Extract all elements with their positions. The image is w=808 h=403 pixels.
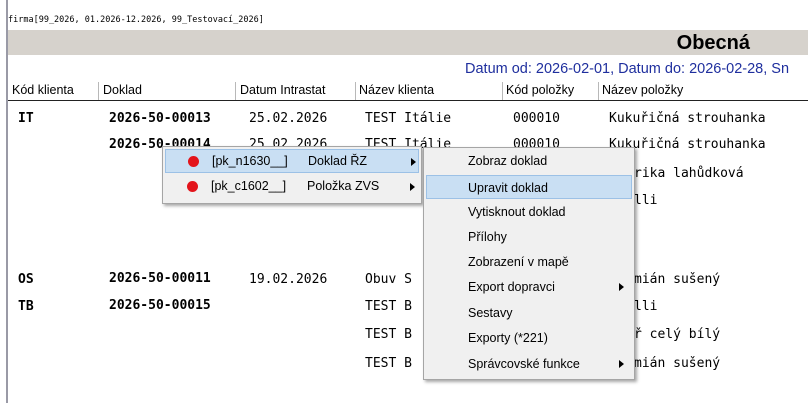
menu-item-label: Přílohy: [468, 230, 507, 244]
cell-kod-klienta[interactable]: OS: [18, 272, 34, 288]
menu-item-label: Zobrazení v mapě: [468, 255, 569, 269]
column-header-doklad[interactable]: Doklad: [103, 82, 142, 100]
column-header-kod-klienta[interactable]: Kód klienta: [12, 82, 74, 100]
submenu-item-exporty[interactable]: Exporty (*221): [426, 326, 632, 350]
cell-nazev-klienta[interactable]: Obuv S: [365, 272, 412, 288]
context-menu-item-doklad-rz[interactable]: [pk_n1630__] Doklad ŘZ: [165, 149, 419, 173]
submenu-item-prilohy[interactable]: Přílohy: [426, 225, 632, 249]
column-header-nazev-polozky[interactable]: Název položky: [602, 82, 683, 100]
date-range-filter: Datum od: 2026-02-01, Datum do: 2026-02-…: [465, 61, 790, 77]
submenu-arrow-icon: [619, 283, 624, 291]
context-menu: [pk_n1630__] Doklad ŘZ [pk_c1602__] Polo…: [162, 146, 422, 204]
cell-nazev-polozky[interactable]: ř celý bílý: [634, 327, 720, 343]
cell-nazev-polozky[interactable]: lli: [634, 299, 657, 315]
cell-nazev-polozky[interactable]: mián sušený: [634, 356, 720, 372]
submenu-item-vytisknout-doklad[interactable]: Vytisknout doklad: [426, 200, 632, 224]
cell-nazev-klienta[interactable]: TEST B: [365, 356, 412, 372]
cell-kod-polozky[interactable]: 000010: [513, 111, 560, 127]
report-title: Obecná: [676, 32, 750, 54]
column-header-kod-polozky[interactable]: Kód položky: [506, 82, 574, 100]
submenu-arrow-icon: [410, 183, 415, 191]
submenu-item-export-dopravci[interactable]: Export dopravci: [426, 275, 632, 299]
submenu-item-sestavy[interactable]: Sestavy: [426, 301, 632, 325]
menu-item-code: [pk_n1630__]: [212, 154, 288, 168]
window-left-border: [6, 0, 8, 403]
menu-item-label: Správcovské funkce: [468, 357, 580, 371]
red-dot-icon: [187, 181, 198, 192]
menu-item-label: Upravit doklad: [468, 181, 548, 195]
menu-item-label: Zobraz doklad: [468, 154, 548, 168]
menu-item-code: [pk_c1602__]: [211, 179, 287, 193]
submenu-item-spravcovske-funkce[interactable]: Správcovské funkce: [426, 352, 632, 376]
cell-nazev-polozky[interactable]: rika lahůdková: [634, 166, 744, 182]
column-separator[interactable]: [235, 82, 236, 100]
red-dot-icon: [188, 156, 199, 167]
cell-doklad[interactable]: 2026-50-00015: [109, 298, 211, 314]
menu-item-label: Položka ZVS: [307, 179, 380, 193]
firm-info: firma[99_2026, 01.2026-12.2026, 99_Testo…: [8, 15, 264, 25]
submenu: Zobraz doklad Upravit doklad Vytisknout …: [423, 147, 635, 380]
cell-kod-klienta[interactable]: IT: [18, 111, 34, 127]
submenu-item-zobraz-doklad[interactable]: Zobraz doklad: [426, 149, 632, 173]
header-divider: [8, 100, 808, 101]
menu-item-label: Exporty (*221): [468, 331, 548, 345]
menu-item-label: Export dopravci: [468, 280, 555, 294]
cell-nazev-polozky[interactable]: Kukuřičná strouhanka: [609, 111, 766, 127]
cell-nazev-klienta[interactable]: TEST B: [365, 299, 412, 315]
submenu-arrow-icon: [619, 360, 624, 368]
column-separator[interactable]: [355, 82, 356, 100]
menu-item-label: Sestavy: [468, 306, 513, 320]
cell-nazev-klienta[interactable]: TEST B: [365, 327, 412, 343]
cell-doklad[interactable]: 2026-50-00013: [109, 111, 211, 127]
column-separator[interactable]: [502, 82, 503, 100]
context-menu-item-polozka-zvs[interactable]: [pk_c1602__] Položka ZVS: [165, 175, 419, 199]
cell-kod-klienta[interactable]: TB: [18, 299, 34, 315]
column-header-nazev-klienta[interactable]: Název klienta: [359, 82, 434, 100]
submenu-arrow-icon: [411, 158, 416, 166]
column-separator[interactable]: [598, 82, 599, 100]
cell-nazev-polozky[interactable]: lli: [634, 193, 657, 209]
cell-nazev-klienta[interactable]: TEST Itálie: [365, 111, 451, 127]
submenu-item-zobrazeni-v-mape[interactable]: Zobrazení v mapě: [426, 250, 632, 274]
column-separator[interactable]: [98, 82, 99, 100]
column-header-datum-intrastat[interactable]: Datum Intrastat: [240, 82, 325, 100]
cell-datum[interactable]: 25.02.2026: [249, 111, 327, 127]
cell-nazev-polozky[interactable]: mián sušený: [634, 272, 720, 288]
menu-item-label: Vytisknout doklad: [468, 205, 566, 219]
cell-doklad[interactable]: 2026-50-00011: [109, 271, 211, 287]
submenu-item-upravit-doklad[interactable]: Upravit doklad: [426, 175, 632, 199]
cell-datum[interactable]: 19.02.2026: [249, 272, 327, 288]
menu-item-label: Doklad ŘZ: [308, 154, 368, 168]
